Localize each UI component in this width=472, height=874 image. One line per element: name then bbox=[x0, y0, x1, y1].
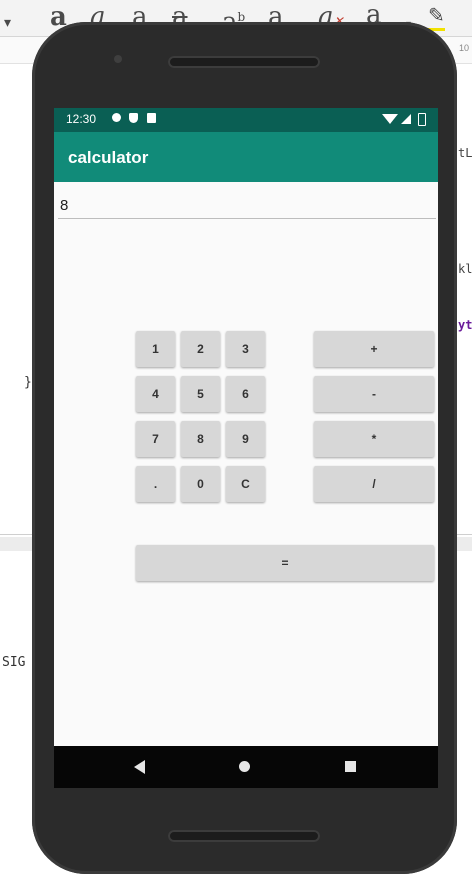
gear-icon bbox=[112, 113, 121, 122]
subtract-button[interactable]: - bbox=[314, 376, 434, 412]
code-fragment-right: kl bbox=[458, 262, 472, 276]
divide-button[interactable]: / bbox=[314, 466, 434, 502]
equals-button[interactable]: = bbox=[136, 545, 434, 581]
key-decimal-button[interactable]: . bbox=[136, 466, 175, 502]
phone-screen: 12:30 calculator 1 2 3 4 5 6 7 8 9 . 0 C… bbox=[54, 108, 438, 788]
earpiece-speaker bbox=[168, 56, 320, 68]
status-bar: 12:30 bbox=[54, 108, 438, 132]
code-fragment-right: yt bbox=[458, 318, 472, 332]
key-8-button[interactable]: 8 bbox=[181, 421, 220, 457]
battery-icon bbox=[418, 113, 426, 126]
key-4-button[interactable]: 4 bbox=[136, 376, 175, 412]
clear-button[interactable]: C bbox=[226, 466, 265, 502]
signal-icon bbox=[401, 114, 411, 124]
multiply-button[interactable]: * bbox=[314, 421, 434, 457]
status-time: 12:30 bbox=[66, 112, 97, 126]
bottom-speaker bbox=[168, 830, 320, 842]
code-fragment-right: tL bbox=[458, 146, 472, 160]
front-camera bbox=[114, 55, 122, 63]
add-button[interactable]: + bbox=[314, 331, 434, 367]
app-title: calculator bbox=[68, 148, 149, 167]
key-1-button[interactable]: 1 bbox=[136, 331, 175, 367]
key-3-button[interactable]: 3 bbox=[226, 331, 265, 367]
highlight-icon[interactable]: ✎ bbox=[428, 2, 445, 31]
sd-card-icon bbox=[147, 113, 156, 123]
key-2-button[interactable]: 2 bbox=[181, 331, 220, 367]
wifi-icon bbox=[382, 114, 398, 124]
display-input[interactable] bbox=[58, 192, 436, 219]
key-7-button[interactable]: 7 bbox=[136, 421, 175, 457]
key-9-button[interactable]: 9 bbox=[226, 421, 265, 457]
back-icon[interactable] bbox=[134, 760, 145, 774]
app-bar: calculator bbox=[54, 132, 438, 182]
key-6-button[interactable]: 6 bbox=[226, 376, 265, 412]
key-0-button[interactable]: 0 bbox=[181, 466, 220, 502]
key-5-button[interactable]: 5 bbox=[181, 376, 220, 412]
phone-frame: 12:30 calculator 1 2 3 4 5 6 7 8 9 . 0 C… bbox=[32, 22, 457, 874]
navigation-bar bbox=[54, 746, 438, 788]
code-brace: } bbox=[24, 375, 32, 390]
ruler-number: 10 bbox=[459, 43, 470, 53]
recent-apps-icon[interactable] bbox=[345, 761, 356, 772]
dropdown-arrow-icon[interactable]: ▾ bbox=[4, 8, 11, 38]
code-text-left: SIG bbox=[2, 655, 26, 670]
home-icon[interactable] bbox=[239, 761, 250, 772]
shield-icon bbox=[129, 113, 138, 123]
